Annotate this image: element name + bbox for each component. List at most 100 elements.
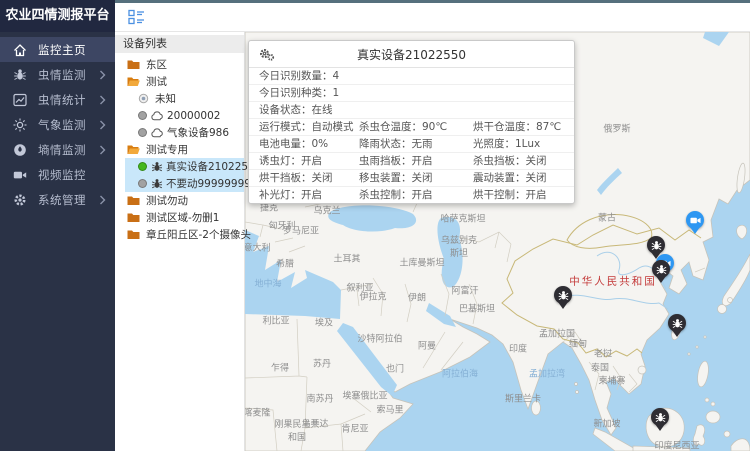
gear-icon (13, 193, 27, 207)
popup-field: 杀虫控制：开启 (359, 187, 473, 203)
tree-item-label: 测试勿动 (146, 193, 188, 208)
chart-icon (13, 93, 27, 107)
radio-icon (138, 93, 149, 104)
popup-stat: 今日识别种类：1 (249, 85, 359, 101)
popup-header: 真实设备21022550 (249, 41, 574, 68)
pest-device-marker[interactable] (554, 286, 572, 310)
popup-field: 烘干挡板：关闭 (249, 170, 359, 186)
pest-device-marker[interactable] (651, 408, 669, 432)
popup-stat: 今日识别数量：4 (249, 68, 359, 84)
sidebar-item-home[interactable]: 监控主页 (0, 37, 115, 62)
sidebar-item-label: 监控主页 (38, 42, 106, 58)
sidebar-item-weather[interactable]: 气象监测 (0, 112, 115, 137)
device-list-panel: 设备列表 东区测试未知 20000002 气象设备986 测试专用真实设备210225… (115, 32, 245, 451)
popup-field: 光照度：1Lux (473, 136, 574, 152)
sidebar: 农业四情测报平台 监控主页虫情监测虫情统计气象监测墒情监测视频监控系统管理 (0, 0, 115, 451)
tree-item-label: 东区 (146, 57, 167, 72)
chevron-right-icon (99, 120, 106, 130)
tree-item[interactable]: 不要动99999999 (125, 175, 244, 192)
tree-item-label: 未知 (155, 91, 176, 106)
sidebar-item-stats[interactable]: 虫情统计 (0, 87, 115, 112)
sun-icon (13, 118, 27, 132)
popup-field: 运行模式：自动模式 (249, 119, 359, 135)
top-strip (115, 0, 750, 3)
sidebar-item-label: 墒情监测 (38, 142, 99, 158)
tree-item[interactable]: 测试区域-勿删1 (115, 209, 244, 226)
device-list-header: 设备列表 (115, 35, 244, 53)
device-info-popup: 真实设备21022550 今日识别数量：4今日识别种类：1设备状态：在线运行模式… (248, 40, 575, 204)
tree-item[interactable]: 未知 (115, 90, 244, 107)
globe-icon (13, 143, 27, 157)
sidebar-item-label: 虫情统计 (38, 92, 99, 108)
tree-item[interactable]: 测试专用 (115, 141, 244, 158)
marker-tail (672, 330, 682, 337)
sidebar-item-label: 气象监测 (38, 117, 99, 133)
bug-device-icon (151, 178, 163, 190)
tree-item[interactable]: 测试勿动 (115, 192, 244, 209)
folder-closed-icon (127, 229, 140, 240)
popup-body: 今日识别数量：4今日识别种类：1设备状态：在线运行模式：自动模式杀虫仓温度：90… (249, 68, 574, 203)
tree-item[interactable]: 东区 (115, 56, 244, 73)
sidebar-item-insect[interactable]: 虫情监测 (0, 62, 115, 87)
tree-item-label: 20000002 (167, 110, 220, 122)
chevron-right-icon (99, 145, 106, 155)
popup-field: 杀虫仓温度：90℃ (359, 119, 473, 135)
tree-item-label: 测试 (146, 74, 167, 89)
tree-item[interactable]: 测试 (115, 73, 244, 90)
tree-item[interactable]: 20000002 (115, 107, 244, 124)
camera-marker[interactable] (686, 211, 704, 235)
marker-tail (656, 276, 666, 283)
cloud-device-icon (151, 128, 164, 138)
folder-closed-icon (127, 195, 140, 206)
pest-device-marker[interactable] (652, 260, 670, 284)
sidebar-item-system[interactable]: 系统管理 (0, 187, 115, 212)
popup-field: 烘干仓温度：87℃ (473, 119, 574, 135)
sidebar-item-soil[interactable]: 墒情监测 (0, 137, 115, 162)
sidebar-menu: 监控主页虫情监测虫情统计气象监测墒情监测视频监控系统管理 (0, 37, 115, 212)
bug-device-icon (151, 161, 163, 173)
tree-item[interactable]: 章丘阳丘区-2个摄像头 (115, 226, 244, 243)
marker-tail (690, 227, 700, 234)
bug-icon (13, 68, 27, 82)
popup-field: 降雨状态：无雨 (359, 136, 473, 152)
tree-item-label: 不要动99999999 (166, 176, 251, 191)
popup-field: 烘干控制：开启 (473, 187, 574, 203)
tree-toggle-icon[interactable] (128, 9, 145, 25)
status-dot-gray (138, 179, 147, 188)
sidebar-item-video[interactable]: 视频监控 (0, 162, 115, 187)
tree-item[interactable]: 真实设备21022550 (125, 158, 244, 175)
sidebar-item-label: 视频监控 (38, 167, 106, 183)
popup-field: 诱虫灯：开启 (249, 153, 359, 169)
chevron-right-icon (99, 95, 106, 105)
folder-closed-icon (127, 212, 140, 223)
folder-closed-icon (127, 59, 140, 70)
tree-item-label: 章丘阳丘区-2个摄像头 (146, 227, 251, 242)
popup-field: 移虫装置：关闭 (359, 170, 473, 186)
tree-item-label: 测试区域-勿删1 (146, 210, 219, 225)
chevron-right-icon (99, 70, 106, 80)
settings-gears-icon[interactable] (259, 48, 275, 61)
popup-field: 杀虫挡板：关闭 (473, 153, 574, 169)
tree-item-label: 测试专用 (146, 142, 188, 157)
popup-field: 电池电量：0% (249, 136, 359, 152)
home-icon (13, 43, 27, 57)
cloud-device-icon (151, 111, 164, 121)
popup-title: 真实设备21022550 (357, 46, 466, 63)
sidebar-item-label: 系统管理 (38, 192, 99, 208)
marker-tail (558, 302, 568, 309)
marker-tail (655, 424, 665, 431)
device-tree: 东区测试未知 20000002 气象设备986 测试专用真实设备21022550不要动… (115, 56, 244, 243)
popup-field: 震动装置：关闭 (473, 170, 574, 186)
tree-item-label: 气象设备986 (167, 125, 229, 140)
video-icon (13, 168, 27, 182)
tree-item[interactable]: 气象设备986 (115, 124, 244, 141)
app-title: 农业四情测报平台 (0, 0, 115, 32)
top-bar (115, 3, 750, 32)
popup-field: 补光灯：开启 (249, 187, 359, 203)
folder-open-icon (127, 76, 140, 87)
status-dot-green (138, 162, 147, 171)
pest-device-marker[interactable] (668, 314, 686, 338)
status-dot-gray (138, 128, 147, 137)
chevron-right-icon (99, 195, 106, 205)
sidebar-item-label: 虫情监测 (38, 67, 99, 83)
